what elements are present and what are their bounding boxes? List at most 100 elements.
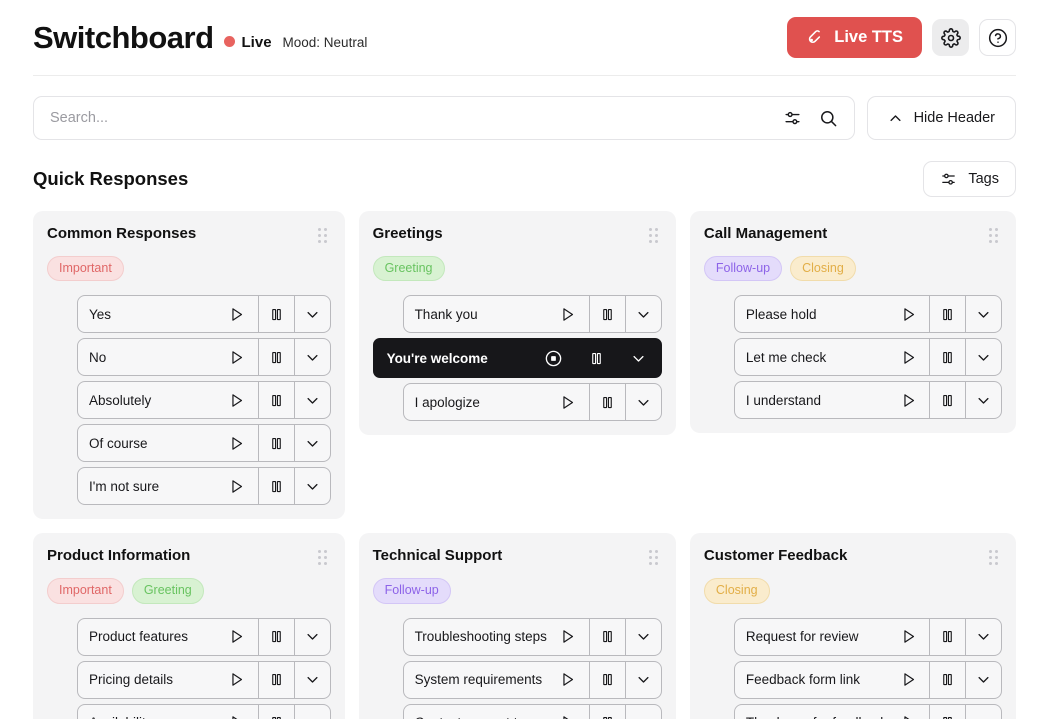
tags-button[interactable]: Tags (923, 161, 1016, 197)
play-button[interactable] (216, 662, 258, 698)
pause-button[interactable] (258, 705, 294, 719)
response-row[interactable]: Availability (77, 704, 331, 719)
search-input[interactable] (50, 110, 768, 126)
pause-button[interactable] (929, 662, 965, 698)
play-button[interactable] (547, 705, 589, 719)
play-button[interactable] (887, 705, 929, 719)
response-row[interactable]: Contact support team (403, 704, 662, 719)
response-row[interactable]: Absolutely (77, 381, 331, 419)
response-row[interactable]: Thank you for feedback (734, 704, 1002, 719)
expand-button[interactable] (625, 662, 661, 698)
hide-header-button[interactable]: Hide Header (867, 96, 1016, 140)
expand-button[interactable] (294, 425, 330, 461)
pause-button[interactable] (258, 339, 294, 375)
play-button[interactable] (887, 619, 929, 655)
expand-button[interactable] (294, 339, 330, 375)
response-row[interactable]: I'm not sure (77, 467, 331, 505)
search-submit-button[interactable] (818, 107, 840, 129)
drag-handle-icon[interactable] (318, 228, 330, 244)
tag-badge[interactable]: Closing (704, 578, 770, 603)
settings-button[interactable] (932, 19, 969, 56)
stop-button[interactable] (531, 339, 577, 377)
drag-handle-icon[interactable] (989, 228, 1001, 244)
tag-badge[interactable]: Greeting (373, 256, 445, 281)
play-button[interactable] (887, 662, 929, 698)
pause-button[interactable] (258, 662, 294, 698)
tag-badge[interactable]: Greeting (132, 578, 204, 603)
response-row[interactable]: Thank you (403, 295, 662, 333)
pause-button[interactable] (929, 619, 965, 655)
expand-button[interactable] (294, 705, 330, 719)
play-button[interactable] (216, 425, 258, 461)
pause-button[interactable] (577, 339, 617, 377)
response-row[interactable]: I understand (734, 381, 1002, 419)
tag-badge[interactable]: Important (47, 578, 124, 603)
expand-button[interactable] (965, 662, 1001, 698)
pause-button[interactable] (929, 296, 965, 332)
play-button[interactable] (547, 619, 589, 655)
play-button[interactable] (547, 662, 589, 698)
expand-button[interactable] (294, 619, 330, 655)
play-button[interactable] (887, 382, 929, 418)
expand-button[interactable] (294, 296, 330, 332)
pause-button[interactable] (258, 468, 294, 504)
response-row-active[interactable]: You're welcome (373, 338, 662, 378)
expand-button[interactable] (625, 384, 661, 420)
expand-button[interactable] (965, 619, 1001, 655)
tag-badge[interactable]: Closing (790, 256, 856, 281)
play-button[interactable] (216, 705, 258, 719)
response-row[interactable]: Troubleshooting steps (403, 618, 662, 656)
response-row[interactable]: I apologize (403, 383, 662, 421)
pause-button[interactable] (258, 425, 294, 461)
drag-handle-icon[interactable] (989, 550, 1001, 566)
expand-button[interactable] (965, 382, 1001, 418)
response-row[interactable]: Let me check (734, 338, 1002, 376)
play-button[interactable] (887, 296, 929, 332)
pause-button[interactable] (589, 619, 625, 655)
pause-button[interactable] (589, 705, 625, 719)
response-row[interactable]: Of course (77, 424, 331, 462)
tag-badge[interactable]: Follow-up (373, 578, 451, 603)
response-row[interactable]: System requirements (403, 661, 662, 699)
response-row[interactable]: Feedback form link (734, 661, 1002, 699)
play-button[interactable] (216, 468, 258, 504)
drag-handle-icon[interactable] (649, 550, 661, 566)
pause-button[interactable] (589, 384, 625, 420)
expand-button[interactable] (965, 339, 1001, 375)
pause-button[interactable] (929, 705, 965, 719)
response-row[interactable]: Request for review (734, 618, 1002, 656)
search-filter-button[interactable] (782, 107, 804, 129)
pause-button[interactable] (589, 296, 625, 332)
expand-button[interactable] (294, 468, 330, 504)
pause-button[interactable] (258, 296, 294, 332)
expand-button[interactable] (965, 705, 1001, 719)
pause-button[interactable] (929, 382, 965, 418)
play-button[interactable] (216, 296, 258, 332)
expand-button[interactable] (617, 339, 661, 377)
play-button[interactable] (216, 382, 258, 418)
pause-button[interactable] (589, 662, 625, 698)
response-row[interactable]: Product features (77, 618, 331, 656)
pause-button[interactable] (929, 339, 965, 375)
response-row[interactable]: Pricing details (77, 661, 331, 699)
play-button[interactable] (887, 339, 929, 375)
play-button[interactable] (547, 296, 589, 332)
expand-button[interactable] (625, 296, 661, 332)
help-button[interactable] (979, 19, 1016, 56)
expand-button[interactable] (625, 619, 661, 655)
play-button[interactable] (547, 384, 589, 420)
play-button[interactable] (216, 339, 258, 375)
drag-handle-icon[interactable] (649, 228, 661, 244)
expand-button[interactable] (294, 382, 330, 418)
play-button[interactable] (216, 619, 258, 655)
expand-button[interactable] (965, 296, 1001, 332)
tag-badge[interactable]: Important (47, 256, 124, 281)
drag-handle-icon[interactable] (318, 550, 330, 566)
expand-button[interactable] (294, 662, 330, 698)
response-row[interactable]: No (77, 338, 331, 376)
live-tts-button[interactable]: Live TTS (787, 17, 922, 58)
expand-button[interactable] (625, 705, 661, 719)
pause-button[interactable] (258, 619, 294, 655)
pause-button[interactable] (258, 382, 294, 418)
tag-badge[interactable]: Follow-up (704, 256, 782, 281)
